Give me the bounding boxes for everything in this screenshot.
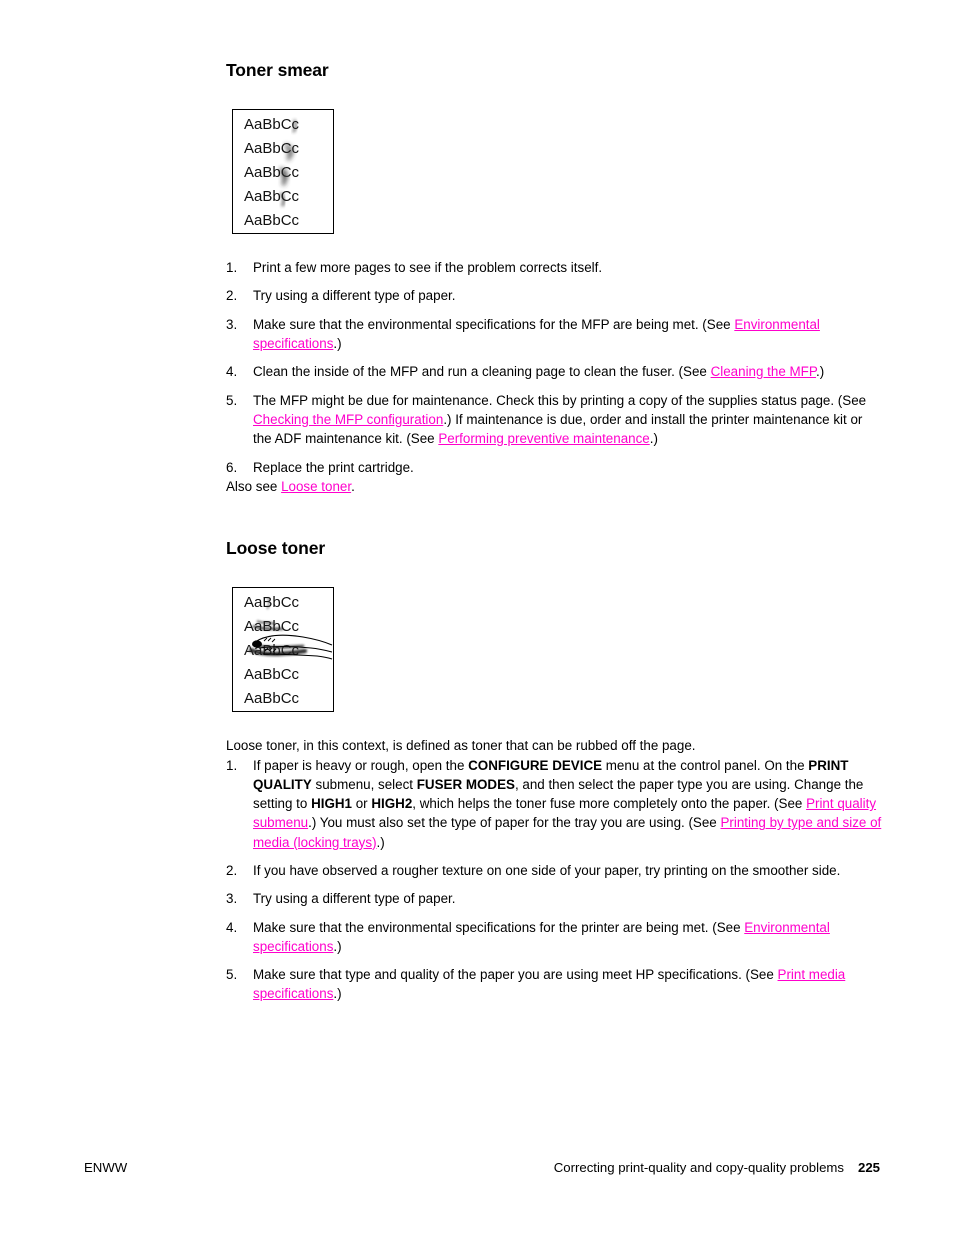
list-item-text: If paper is heavy or rough, open the	[253, 757, 469, 773]
list-item-text: menu at the control panel. On the	[602, 757, 809, 773]
loose-toner-intro: Loose toner, in this context, is defined…	[226, 738, 696, 754]
list-item-text-tail: .)	[376, 834, 385, 850]
bold-fuser-modes: FUSER MODES	[416, 776, 515, 792]
bold-high2: HIGH2	[371, 796, 413, 812]
list-number: 1.	[226, 260, 238, 276]
footer-language-code: ENWW	[84, 1160, 128, 1175]
bold-high1: HIGH1	[311, 796, 352, 812]
svg-text:AaBbCc: AaBbCc	[244, 594, 300, 611]
list-number: 2.	[226, 863, 238, 878]
svg-text:AaBbCc: AaBbCc	[244, 618, 300, 635]
also-see-line: Also see Loose toner.	[226, 477, 882, 496]
list-item: 4. Make sure that the environmental spec…	[226, 918, 882, 957]
list-item: 5. The MFP might be due for maintenance.…	[226, 391, 882, 449]
page-content: Toner smear AaBbCc AaBbCc AaBbCc AaBbCc …	[226, 60, 882, 1004]
document-page: Toner smear AaBbCc AaBbCc AaBbCc AaBbCc …	[0, 0, 954, 1235]
svg-text:AaBbCc: AaBbCc	[244, 116, 300, 133]
link-performing-preventive-maintenance[interactable]: Performing preventive maintenance	[438, 431, 649, 446]
list-number: 3.	[226, 891, 238, 907]
section-heading-toner-smear: Toner smear	[226, 60, 329, 80]
loose-toner-illustration: AaBbCc AaBbCc AaBbCc AaBbCc AaBbCc	[233, 588, 333, 712]
also-see-suffix: .	[351, 478, 355, 494]
list-item-text-tail: .)	[816, 364, 825, 380]
toner-smear-illustration: AaBbCc AaBbCc AaBbCc AaBbCc AaBbCc	[233, 110, 333, 234]
list-item: 5. Make sure that type and quality of th…	[226, 965, 882, 1004]
list-item: 2. Try using a different type of paper.	[226, 286, 882, 305]
sample-image-loose-toner: AaBbCc AaBbCc AaBbCc AaBbCc AaBbCc	[232, 587, 334, 713]
list-item-text: Clean the inside of the MFP and run a cl…	[253, 364, 711, 380]
list-item-text: .) You must also set the type of paper f…	[308, 815, 721, 831]
list-item: 2. If you have observed a rougher textur…	[226, 861, 882, 880]
list-number: 4.	[226, 364, 238, 380]
page-number: 225	[857, 1160, 880, 1175]
list-item-text: Make sure that the environmental specifi…	[253, 316, 735, 332]
list-number: 3.	[226, 316, 238, 332]
steps-list-loose-toner: 1. If paper is heavy or rough, open the C…	[226, 756, 882, 1004]
list-item-text: submenu, select	[311, 776, 417, 792]
svg-text:AaBbCc: AaBbCc	[244, 666, 300, 683]
footer-chapter-title: Correcting print-quality and copy-qualit…	[553, 1160, 844, 1175]
list-item-text: , which helps the toner fuse more comple…	[412, 796, 807, 812]
list-item-text-tail: .)	[333, 336, 342, 352]
list-item-text: Replace the print cartridge.	[253, 459, 414, 475]
bold-configure-device: CONFIGURE DEVICE	[468, 757, 603, 773]
list-item: 1. Print a few more pages to see if the …	[226, 258, 882, 277]
list-item-text-tail: .)	[333, 986, 342, 1002]
svg-text:AaBbCc: AaBbCc	[244, 212, 300, 229]
svg-text:AaBbCc: AaBbCc	[244, 188, 300, 205]
list-number: 1.	[226, 757, 238, 773]
list-item-text-tail: .)	[333, 938, 342, 954]
link-checking-the-mfp-configuration[interactable]: Checking the MFP configuration	[253, 412, 443, 427]
list-item-text-tail: .)	[649, 431, 658, 447]
list-item-text: Try using a different type of paper.	[253, 891, 456, 907]
list-item-text: Try using a different type of paper.	[253, 288, 456, 304]
svg-text:AaBbCc: AaBbCc	[244, 164, 300, 181]
list-number: 2.	[226, 288, 238, 304]
list-item: 3. Try using a different type of paper.	[226, 889, 882, 908]
svg-text:AaBbCc: AaBbCc	[244, 690, 300, 707]
list-item-text: Print a few more pages to see if the pro…	[253, 260, 603, 276]
sample-image-toner-smear: AaBbCc AaBbCc AaBbCc AaBbCc AaBbCc	[232, 109, 334, 235]
link-loose-toner[interactable]: Loose toner	[281, 479, 351, 494]
section-heading-loose-toner: Loose toner	[226, 538, 326, 559]
also-see-prefix: Also see	[226, 478, 282, 494]
list-number: 4.	[226, 919, 238, 935]
list-number: 5.	[226, 967, 238, 983]
list-item: 4. Clean the inside of the MFP and run a…	[226, 362, 882, 381]
list-item-text: Make sure that type and quality of the p…	[253, 967, 778, 983]
steps-list-toner-smear: 1. Print a few more pages to see if the …	[226, 258, 882, 477]
list-item-text: If you have observed a rougher texture o…	[253, 863, 841, 878]
list-item: 6. Replace the print cartridge.	[226, 458, 882, 477]
list-number: 6.	[226, 459, 238, 475]
page-footer: ENWW Correcting print-quality and copy-q…	[84, 1158, 880, 1178]
list-item: 3. Make sure that the environmental spec…	[226, 315, 882, 354]
list-item: 1. If paper is heavy or rough, open the C…	[226, 756, 882, 852]
footer-right-group: Correcting print-quality and copy-qualit…	[554, 1158, 880, 1178]
list-item-text: Make sure that the environmental specifi…	[253, 919, 745, 935]
list-item-text: The MFP might be due for maintenance. Ch…	[253, 392, 867, 408]
list-number: 5.	[226, 392, 238, 408]
list-item-text: or	[352, 796, 372, 812]
link-cleaning-the-mfp[interactable]: Cleaning the MFP	[711, 364, 816, 379]
